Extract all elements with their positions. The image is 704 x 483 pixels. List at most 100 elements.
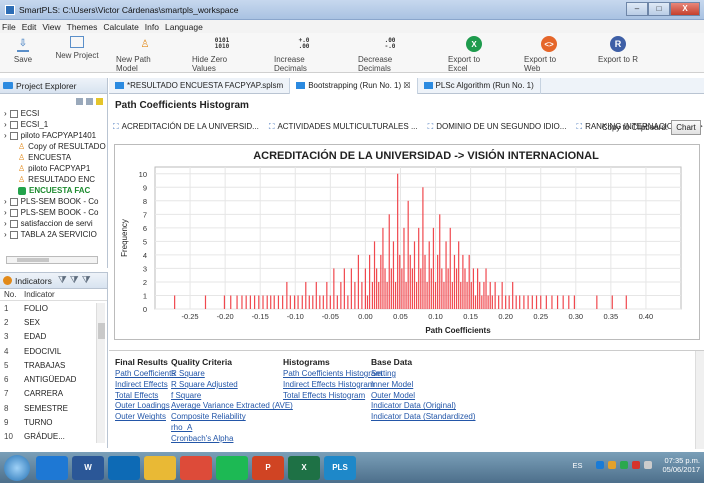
- minimize-button[interactable]: –: [626, 2, 648, 16]
- tray-icon[interactable]: [608, 461, 617, 469]
- result-link[interactable]: rho_A: [171, 423, 293, 434]
- spotify-taskbar-icon[interactable]: [216, 455, 248, 480]
- result-link[interactable]: Setting: [371, 369, 476, 380]
- tree-item[interactable]: › ECSI_1: [0, 119, 107, 130]
- export-r-button[interactable]: R Export to R: [596, 36, 640, 64]
- result-link[interactable]: Path Coefficients Histogram: [283, 369, 382, 380]
- tree-item[interactable]: › PLS-SEM BOOK - Co: [0, 207, 107, 218]
- tree-item[interactable]: › satisfaccion de servi: [0, 218, 107, 229]
- result-link[interactable]: Outer Loadings: [115, 401, 175, 412]
- chart-tab[interactable]: ⛶ DOMINIO DE UN SEGUNDO IDIO...: [428, 122, 567, 132]
- result-link[interactable]: Inner Model: [371, 380, 476, 391]
- tray-icon[interactable]: [632, 461, 641, 469]
- chrome-taskbar-icon[interactable]: [180, 455, 212, 480]
- filter-icon[interactable]: ⧩: [70, 275, 79, 286]
- menu-language[interactable]: Language: [165, 22, 203, 32]
- expand-icon[interactable]: ›: [4, 119, 7, 130]
- horizontal-scrollbar[interactable]: [6, 256, 98, 264]
- save-button[interactable]: ⇩ Save: [8, 36, 38, 65]
- export-excel-button[interactable]: X Export to Excel: [448, 36, 500, 73]
- indicator-row[interactable]: 5 TRABAJAS: [0, 358, 107, 372]
- tree-item[interactable]: › TABLA 2A SERVICIO: [0, 229, 107, 240]
- collapse-icon[interactable]: [76, 97, 83, 105]
- expand-icon[interactable]: ›: [4, 108, 7, 119]
- document-tab[interactable]: PLSc Algorithm (Run No. 1): [418, 77, 541, 94]
- project-explorer-tab[interactable]: Project Explorer: [0, 78, 107, 94]
- vertical-scrollbar[interactable]: [695, 351, 704, 449]
- close-button[interactable]: X: [670, 2, 700, 16]
- indicator-row[interactable]: 9 TURNO: [0, 415, 107, 429]
- tree-item[interactable]: ♙ RESULTADO ENC: [0, 174, 107, 185]
- new-project-button[interactable]: New Project: [52, 36, 102, 60]
- indicator-row[interactable]: 7 CARRERA: [0, 387, 107, 401]
- result-link[interactable]: Cronbach's Alpha: [171, 434, 293, 445]
- result-link[interactable]: Composite Reliability: [171, 412, 293, 423]
- result-link[interactable]: Indicator Data (Original): [371, 401, 476, 412]
- indicator-row[interactable]: 8 SEMESTRE: [0, 401, 107, 415]
- tree-item[interactable]: ♙ ENCUESTA: [0, 152, 107, 163]
- chart-tab[interactable]: ⛶ ACTIVIDADES MULTICULTURALES ...: [269, 122, 418, 132]
- result-link[interactable]: Total Effects: [115, 391, 175, 402]
- new-path-model-button[interactable]: ♙ New Path Model: [116, 36, 174, 74]
- explorer-taskbar-icon[interactable]: [144, 455, 176, 480]
- outlook-taskbar-icon[interactable]: [108, 455, 140, 480]
- expand-icon[interactable]: ›: [4, 229, 7, 240]
- expand-icon[interactable]: ›: [4, 207, 7, 218]
- tree-item[interactable]: ♙ piloto FACPYAP1: [0, 163, 107, 174]
- expand-icon[interactable]: ›: [4, 196, 7, 207]
- maximize-button[interactable]: □: [648, 2, 670, 16]
- menu-edit[interactable]: Edit: [22, 22, 37, 32]
- chart-tab[interactable]: ⛶ ACREDITACIÓN DE LA UNIVERSID...: [113, 122, 259, 132]
- excel-taskbar-icon[interactable]: X: [288, 455, 320, 480]
- volume-icon[interactable]: [644, 461, 653, 469]
- filter-icon[interactable]: ⧩: [82, 275, 91, 286]
- start-button[interactable]: [4, 454, 30, 481]
- result-link[interactable]: Path Coefficients: [115, 369, 175, 380]
- clock[interactable]: 07:35 p.m. 05/06/2017: [662, 456, 700, 474]
- expand-icon[interactable]: ›: [4, 218, 7, 229]
- indicator-row[interactable]: 6 ANTIGÜEDAD: [0, 372, 107, 386]
- result-link[interactable]: Outer Model: [371, 391, 476, 402]
- indicator-row[interactable]: 1 FOLIO: [0, 301, 107, 315]
- result-link[interactable]: R Square: [171, 369, 293, 380]
- ie-taskbar-icon[interactable]: [36, 455, 68, 480]
- powerpoint-taskbar-icon[interactable]: P: [252, 455, 284, 480]
- document-tab[interactable]: *RESULTADO ENCUESTA FACPYAP.splsm: [109, 77, 291, 94]
- indicator-row[interactable]: 10 GRÁDUE...: [0, 430, 107, 444]
- tree-item[interactable]: ♙ Copy of RESULTADO: [0, 141, 107, 152]
- vertical-scrollbar[interactable]: [96, 303, 105, 443]
- tray-icon[interactable]: [620, 461, 629, 469]
- tree-item[interactable]: › ECSI: [0, 108, 107, 119]
- layout-icon[interactable]: [86, 97, 93, 105]
- tree-item[interactable]: › PLS-SEM BOOK - Co: [0, 196, 107, 207]
- indicator-row[interactable]: 2 SEX: [0, 315, 107, 329]
- result-link[interactable]: Outer Weights: [115, 412, 175, 423]
- menu-calculate[interactable]: Calculate: [103, 22, 138, 32]
- result-link[interactable]: Indicator Data (Standardized): [371, 412, 476, 423]
- indicator-row[interactable]: 4 EDOCIVIL: [0, 344, 107, 358]
- increase-decimals-button[interactable]: +.0.00 Increase Decimals: [274, 36, 334, 74]
- result-link[interactable]: Average Variance Extracted (AVE): [171, 401, 293, 412]
- menu-info[interactable]: Info: [145, 22, 159, 32]
- expand-icon[interactable]: ›: [4, 130, 7, 141]
- menu-themes[interactable]: Themes: [67, 22, 98, 32]
- result-link[interactable]: R Square Adjusted: [171, 380, 293, 391]
- filter-icon[interactable]: ⧩: [58, 275, 67, 286]
- document-tab[interactable]: Bootstrapping (Run No. 1) ☒: [290, 77, 418, 94]
- indicator-row[interactable]: 3 EDAD: [0, 330, 107, 344]
- menu-view[interactable]: View: [42, 22, 60, 32]
- menu-file[interactable]: File: [2, 22, 16, 32]
- hide-zero-values-button[interactable]: 0101 1010 Hide Zero Values: [192, 36, 252, 74]
- export-web-button[interactable]: <> Export to Web: [524, 36, 574, 73]
- tray-icon[interactable]: [596, 461, 605, 469]
- tree-item[interactable]: › piloto FACPYAP1401: [0, 130, 107, 141]
- tree-item[interactable]: ENCUESTA FAC: [0, 185, 107, 196]
- result-link[interactable]: f Square: [171, 391, 293, 402]
- result-link[interactable]: Indirect Effects: [115, 380, 175, 391]
- result-link[interactable]: Indirect Effects Histogram: [283, 380, 382, 391]
- decrease-decimals-button[interactable]: .00 -.0 Decrease Decimals: [358, 36, 422, 74]
- smartpls-taskbar-icon[interactable]: PLS: [324, 455, 356, 480]
- chart-button[interactable]: Chart: [671, 120, 701, 135]
- word-taskbar-icon[interactable]: W: [72, 455, 104, 480]
- language-indicator[interactable]: ES: [572, 461, 582, 470]
